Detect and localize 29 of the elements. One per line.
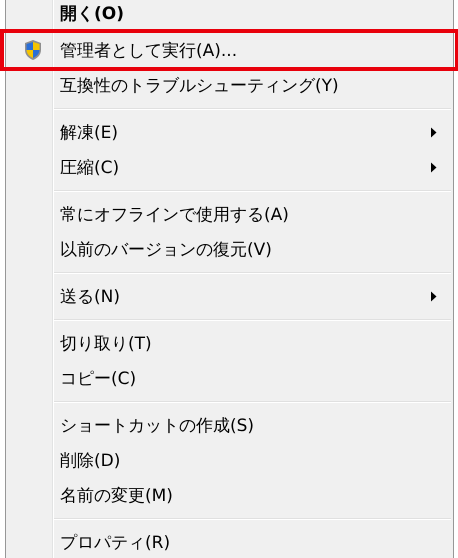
menu-item[interactable]: 圧縮(C) <box>6 150 453 185</box>
menu-item[interactable]: 常にオフラインで使用する(A) <box>6 197 453 232</box>
menu-item-label: 圧縮(C) <box>60 157 120 179</box>
menu-item[interactable]: 名前の変更(M) <box>6 478 453 513</box>
menu-item-label: 管理者として実行(A)... <box>60 40 238 62</box>
menu-item[interactable]: プロパティ(R) <box>6 525 453 558</box>
menu-item-label: 送る(N) <box>60 286 121 308</box>
menu-item-label: 以前のバージョンの復元(V) <box>60 239 273 261</box>
menu-item-label: コピー(C) <box>60 368 138 390</box>
menu-item-label: 切り取り(T) <box>60 333 153 355</box>
menu-item-label: プロパティ(R) <box>60 532 172 554</box>
menu-item[interactable]: 互換性のトラブルシューティング(Y) <box>6 68 453 103</box>
menu-item-label: 削除(D) <box>60 450 122 472</box>
menu-item[interactable]: 開く(O) <box>6 0 453 31</box>
menu-item-label: 名前の変更(M) <box>60 485 174 507</box>
shield-icon <box>23 39 43 61</box>
menu-item-label: 常にオフラインで使用する(A) <box>60 204 290 226</box>
menu-item-label: 開く(O) <box>60 3 125 25</box>
menu-item[interactable]: 送る(N) <box>6 279 453 314</box>
menu-item[interactable]: 削除(D) <box>6 443 453 478</box>
menu-item[interactable]: 切り取り(T) <box>6 326 453 361</box>
menu-item[interactable]: ショートカットの作成(S) <box>6 408 453 443</box>
menu-item[interactable]: 以前のバージョンの復元(V) <box>6 232 453 267</box>
menu-item-label: 解凍(E) <box>60 122 120 144</box>
menu-item-label: ショートカットの作成(S) <box>60 415 256 437</box>
menu-item[interactable]: 管理者として実行(A)... <box>0 29 458 71</box>
menu-item-label: 互換性のトラブルシューティング(Y) <box>60 75 340 97</box>
menu-item[interactable]: コピー(C) <box>6 361 453 396</box>
menu-item[interactable]: 解凍(E) <box>6 115 453 150</box>
